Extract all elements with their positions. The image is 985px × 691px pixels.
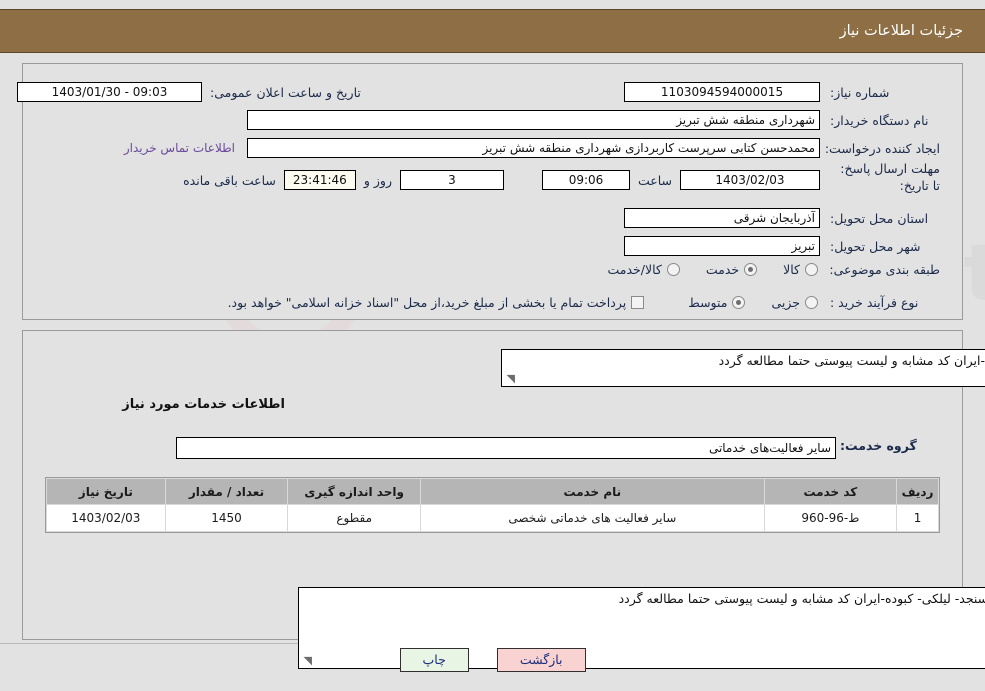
category-option-kala-khedmat[interactable]: کالا/خدمت bbox=[607, 262, 680, 277]
need-number-row: شماره نیاز: 1103094594000015 bbox=[624, 82, 940, 102]
services-section-heading: اطلاعات خدمات مورد نیاز bbox=[122, 397, 285, 412]
deadline-date-value[interactable]: 1403/02/03 bbox=[680, 170, 820, 190]
service-group-label: گروه خدمت: bbox=[840, 438, 917, 453]
th-row-no: ردیف bbox=[896, 478, 939, 505]
announce-value[interactable]: 09:03 - 1403/01/30 bbox=[17, 82, 202, 102]
need-description-value: توت کاکوزا- سنجد- لیلکی- کبوده-ایران کد … bbox=[718, 353, 985, 368]
page-root: AriaTender.net riaTender.net جزئیات اطلا… bbox=[0, 0, 985, 691]
buyer-notes-value: توت کاکوزا- سنجد- لیلکی- کبوده-ایران کد … bbox=[618, 591, 985, 606]
deadline-label: مهلت ارسال پاسخ: تا تاریخ: bbox=[840, 161, 940, 193]
table-row[interactable]: 1 ط-96-960 سایر فعالیت های خدماتی شخصی م… bbox=[46, 504, 939, 532]
creator-label: ایجاد کننده درخواست: bbox=[824, 140, 940, 156]
city-label: شهر محل تحویل: bbox=[830, 238, 921, 254]
deadline-label-block: مهلت ارسال پاسخ: تا تاریخ: bbox=[830, 160, 940, 194]
process-row: نوع فرآیند خرید : جزیی متوسط پرداخت تمام… bbox=[202, 295, 940, 310]
radio-icon[interactable] bbox=[805, 296, 818, 309]
category-option-kala[interactable]: کالا bbox=[783, 262, 818, 277]
radio-icon[interactable] bbox=[732, 296, 746, 309]
radio-icon[interactable] bbox=[666, 263, 680, 276]
category-option-khedmat[interactable]: خدمت bbox=[705, 262, 758, 277]
process-option-jozei[interactable]: جزیی bbox=[771, 295, 818, 310]
province-row: استان محل تحویل: آذربایجان شرقی bbox=[624, 208, 940, 228]
radio-icon[interactable] bbox=[744, 263, 758, 276]
page-header: جزئیات اطلاعات نیاز bbox=[0, 9, 985, 53]
need-number-value[interactable]: 1103094594000015 bbox=[624, 82, 820, 102]
treasury-checkbox-item[interactable]: پرداخت تمام یا بخشی از مبلغ خرید،از محل … bbox=[228, 295, 645, 310]
category-option-label: کالا/خدمت bbox=[607, 262, 662, 277]
category-row: طبقه بندی موضوعی: کالا خدمت کالا/خدمت bbox=[581, 262, 940, 277]
days-remaining-value[interactable]: 3 bbox=[399, 170, 504, 190]
cell-need-date: 1403/02/03 bbox=[46, 504, 166, 532]
th-need-date: تاریخ نیاز bbox=[46, 478, 166, 505]
process-radio-group: جزیی متوسط bbox=[662, 295, 818, 310]
page-title: جزئیات اطلاعات نیاز bbox=[839, 23, 963, 39]
buyer-org-row: نام دستگاه خریدار: شهرداری منطقه شش تبری… bbox=[247, 110, 940, 130]
days-and-label: روز و bbox=[363, 172, 392, 188]
remaining-suffix-label: ساعت باقی مانده bbox=[183, 172, 276, 188]
category-label: طبقه بندی موضوعی: bbox=[829, 262, 940, 277]
need-number-label: شماره نیاز: bbox=[830, 84, 890, 100]
th-unit: واحد اندازه گیری bbox=[287, 478, 422, 505]
province-label: استان محل تحویل: bbox=[830, 210, 929, 226]
resize-grip-icon[interactable]: ◥ bbox=[505, 373, 515, 384]
service-group-row: گروه خدمت: bbox=[840, 438, 940, 453]
process-option-label: جزیی bbox=[771, 295, 800, 310]
buyer-contact-link[interactable]: اطلاعات تماس خریدار bbox=[124, 141, 235, 155]
back-button[interactable]: بازگشت bbox=[496, 648, 586, 672]
category-radio-group: کالا خدمت کالا/خدمت bbox=[581, 262, 818, 277]
th-service-code: کد خدمت bbox=[763, 478, 898, 505]
hour-label: ساعت bbox=[637, 172, 672, 188]
deadline-row: 1403/02/03 ساعت 09:06 3 روز و 23:41:46 س… bbox=[183, 170, 820, 190]
treasury-text: پرداخت تمام یا بخشی از مبلغ خرید،از محل … bbox=[227, 295, 627, 310]
announce-row: تاریخ و ساعت اعلان عمومی: 09:03 - 1403/0… bbox=[17, 82, 390, 102]
items-table-wrapper: ردیف کد خدمت نام خدمت واحد اندازه گیری ت… bbox=[45, 477, 940, 533]
category-option-label: خدمت bbox=[705, 262, 740, 277]
process-option-label: متوسط bbox=[688, 295, 728, 310]
radio-icon[interactable] bbox=[805, 263, 818, 276]
items-table: ردیف کد خدمت نام خدمت واحد اندازه گیری ت… bbox=[46, 478, 939, 532]
buyer-org-label: نام دستگاه خریدار: bbox=[830, 112, 929, 128]
creator-value[interactable]: محمدحسن کتابی سرپرست کاربردازی شهرداری م… bbox=[247, 138, 820, 158]
cell-row-no: 1 bbox=[896, 504, 939, 532]
deadline-time-value[interactable]: 09:06 bbox=[541, 170, 630, 190]
th-quantity: تعداد / مقدار bbox=[164, 478, 289, 505]
cell-unit: مقطوع bbox=[287, 504, 422, 532]
announce-label: تاریخ و ساعت اعلان عمومی: bbox=[210, 84, 361, 100]
time-remaining-value: 23:41:46 bbox=[283, 170, 356, 190]
category-option-label: کالا bbox=[783, 262, 800, 277]
creator-row: ایجاد کننده درخواست: محمدحسن کتابی سرپرس… bbox=[124, 138, 940, 158]
buyer-org-value[interactable]: شهرداری منطقه شش تبریز bbox=[247, 110, 820, 130]
process-label: نوع فرآیند خرید : bbox=[830, 295, 919, 310]
footer-buttons: چاپ بازگشت bbox=[0, 648, 985, 672]
th-service-name: نام خدمت bbox=[420, 478, 765, 505]
cell-quantity: 1450 bbox=[164, 504, 289, 532]
province-value[interactable]: آذربایجان شرقی bbox=[624, 208, 820, 228]
need-description-textarea[interactable]: توت کاکوزا- سنجد- لیلکی- کبوده-ایران کد … bbox=[501, 349, 985, 387]
table-header-row: ردیف کد خدمت نام خدمت واحد اندازه گیری ت… bbox=[46, 478, 939, 505]
process-option-motavaset[interactable]: متوسط bbox=[688, 295, 746, 310]
checkbox-icon[interactable] bbox=[631, 296, 645, 309]
cell-service-code: ط-96-960 bbox=[763, 504, 898, 532]
city-value[interactable]: تبریز bbox=[624, 236, 820, 256]
service-group-value[interactable]: سایر فعالیت‌های خدماتی bbox=[176, 437, 836, 459]
city-row: شهر محل تحویل: تبریز bbox=[624, 236, 940, 256]
cell-service-name: سایر فعالیت های خدماتی شخصی bbox=[420, 504, 765, 532]
print-button[interactable]: چاپ bbox=[399, 648, 469, 672]
